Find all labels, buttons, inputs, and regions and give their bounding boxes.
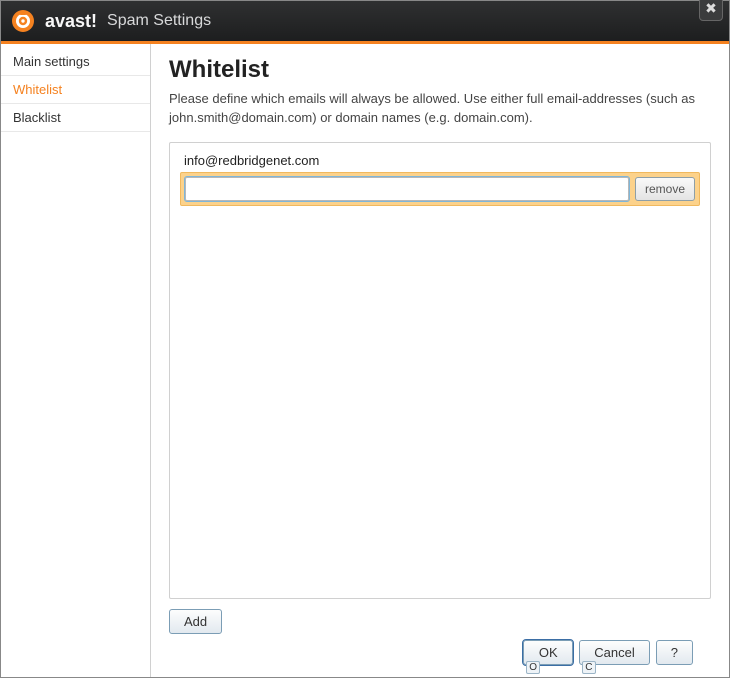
ok-mnemonic-badge: O bbox=[526, 661, 540, 674]
help-button[interactable]: ? bbox=[656, 640, 693, 665]
close-button[interactable]: ✖ bbox=[699, 0, 723, 21]
avast-logo-icon bbox=[11, 9, 35, 33]
sidebar-item-whitelist[interactable]: Whitelist bbox=[1, 76, 150, 104]
whitelist-entry-edit-row: remove bbox=[180, 172, 700, 206]
settings-window: avast! Spam Settings ✖ Main settings Whi… bbox=[0, 0, 730, 678]
add-row: Add bbox=[169, 609, 711, 634]
cancel-button-label: Cancel bbox=[594, 645, 634, 660]
window-title: Spam Settings bbox=[107, 12, 211, 30]
brand-name: avast! bbox=[45, 11, 97, 32]
page-description: Please define which emails will always b… bbox=[169, 90, 711, 128]
sidebar-item-blacklist[interactable]: Blacklist bbox=[1, 104, 150, 132]
cancel-button[interactable]: Cancel C bbox=[579, 640, 649, 665]
whitelist-entry: info@redbridgenet.com remove bbox=[180, 151, 700, 206]
main-panel: Whitelist Please define which emails wil… bbox=[151, 44, 729, 677]
whitelist-entry-input[interactable] bbox=[185, 177, 629, 201]
remove-button[interactable]: remove bbox=[635, 177, 695, 201]
sidebar: Main settings Whitelist Blacklist bbox=[1, 44, 151, 677]
ok-button-label: OK bbox=[539, 645, 558, 660]
whitelist-entry-email: info@redbridgenet.com bbox=[180, 151, 700, 172]
window-body: Main settings Whitelist Blacklist Whitel… bbox=[1, 44, 729, 677]
sidebar-item-main-settings[interactable]: Main settings bbox=[1, 48, 150, 76]
titlebar: avast! Spam Settings ✖ bbox=[1, 1, 729, 41]
dialog-footer: OK O Cancel C ? bbox=[169, 634, 711, 671]
ok-button[interactable]: OK O bbox=[523, 640, 573, 665]
close-icon: ✖ bbox=[705, 0, 717, 16]
whitelist-list-panel: info@redbridgenet.com remove bbox=[169, 142, 711, 599]
cancel-mnemonic-badge: C bbox=[582, 661, 595, 674]
page-title: Whitelist bbox=[169, 56, 711, 84]
add-button[interactable]: Add bbox=[169, 609, 222, 634]
